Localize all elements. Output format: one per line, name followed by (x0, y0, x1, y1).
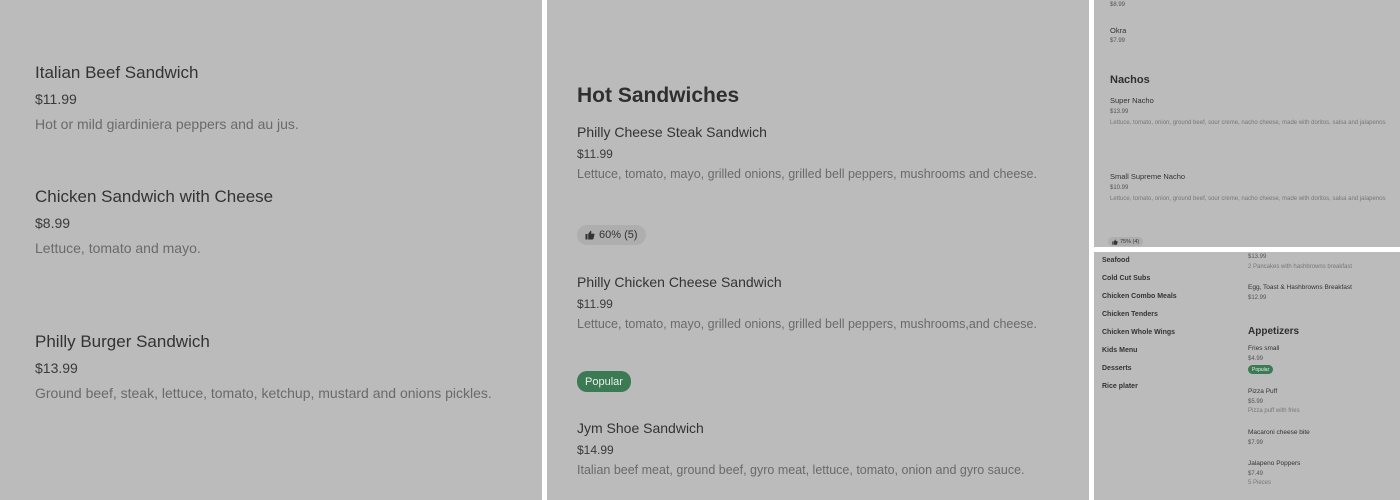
menu-panel-appetizers: Seafood Cold Cut Subs Chicken Combo Meal… (1094, 252, 1400, 500)
sidebar-item-kids-menu[interactable]: Kids Menu (1102, 347, 1137, 354)
item-description: 5 Pieces (1248, 480, 1272, 486)
section-title: Appetizers (1248, 326, 1300, 337)
item-name: Philly Chicken Cheese Sandwich (577, 274, 782, 290)
menu-panel-hot-sandwiches: Hot Sandwiches Philly Cheese Steak Sandw… (547, 0, 1089, 500)
sidebar-item-rice-plater[interactable]: Rice plater (1102, 383, 1138, 390)
item-price: $12.99 (1248, 295, 1267, 301)
sidebar-item-chicken-combo-meals[interactable]: Chicken Combo Meals (1102, 293, 1177, 300)
item-price: $7.49 (1248, 471, 1264, 477)
item-name: Pizza Puff (1248, 388, 1278, 395)
item-name: Jym Shoe Sandwich (577, 420, 704, 436)
rating-badge: 60% (5) (577, 225, 646, 245)
item-name: Egg, Toast & Hashbrowns Breakfast (1248, 284, 1352, 291)
item-name: Philly Cheese Steak Sandwich (577, 124, 767, 140)
item-name: Chicken Sandwich with Cheese (35, 187, 274, 206)
item-name: Fries small (1248, 345, 1280, 352)
item-name: Small Supreme Nacho (1110, 172, 1186, 181)
item-price: $13.99 (1248, 254, 1267, 260)
item-price: $4.99 (1248, 356, 1264, 362)
item-price: $5.99 (1248, 399, 1264, 405)
thumbs-up-icon (585, 230, 595, 240)
item-price: $13.99 (35, 360, 78, 376)
item-price: $13.99 (1110, 109, 1129, 115)
item-description: Ground beef, steak, lettuce, tomato, ket… (35, 385, 492, 401)
sidebar-item-seafood[interactable]: Seafood (1102, 257, 1130, 264)
item-description: 2 Pancakes with hashbrowns breakfast (1248, 264, 1353, 270)
item-description: Hot or mild giardiniera peppers and au j… (35, 116, 299, 132)
item-description: Lettuce, tomato, onion, ground beef, sou… (1110, 196, 1386, 202)
item-price: $7.99 (1248, 440, 1264, 446)
item-name: Okra (1110, 26, 1127, 35)
item-description: Lettuce, tomato and mayo. (35, 240, 201, 256)
item-description: Lettuce, tomato, mayo, grilled onions, g… (577, 317, 1037, 331)
rating-badge: 75% (4) (1108, 237, 1144, 246)
sidebar-item-chicken-whole-wings[interactable]: Chicken Whole Wings (1102, 329, 1175, 336)
sidebar-item-chicken-tenders[interactable]: Chicken Tenders (1102, 311, 1158, 318)
item-price: $11.99 (577, 297, 613, 311)
item-price: $11.99 (35, 91, 77, 107)
item-name: Italian Beef Sandwich (35, 63, 199, 82)
item-price: $8.99 (1110, 2, 1126, 8)
section-title: Hot Sandwiches (577, 84, 740, 107)
popular-badge: Popular (1248, 365, 1274, 374)
section-title: Nachos (1110, 74, 1150, 86)
popular-badge: Popular (577, 371, 631, 392)
item-price: $8.99 (35, 215, 71, 231)
item-description: Pizza puff with fries (1248, 408, 1300, 414)
item-price: $11.99 (577, 147, 613, 161)
item-description: Italian beef meat, ground beef, gyro mea… (577, 463, 1025, 477)
item-name: Macaroni cheese bite (1248, 429, 1310, 436)
item-price: $14.99 (577, 443, 614, 457)
item-description: Lettuce, tomato, mayo, grilled onions, g… (577, 167, 1037, 181)
item-description: Lettuce, tomato, onion, ground beef, sou… (1110, 120, 1386, 126)
item-name: Jalapeno Poppers (1248, 460, 1301, 467)
item-name: Super Nacho (1110, 96, 1154, 105)
menu-panel-nachos: $8.99 Okra $7.99 Nachos Super Nacho $13.… (1094, 0, 1400, 247)
item-price: $10.99 (1110, 185, 1129, 191)
rating-text: 75% (4) (1120, 238, 1140, 245)
rating-text: 60% (5) (599, 229, 638, 241)
item-price: $7.99 (1110, 38, 1126, 44)
item-name: Philly Burger Sandwich (35, 332, 210, 351)
menu-panel-left: Italian Beef Sandwich $11.99 Hot or mild… (0, 0, 542, 500)
sidebar-item-desserts[interactable]: Desserts (1102, 365, 1132, 372)
thumbs-up-icon (1112, 238, 1118, 245)
sidebar-item-cold-cut-subs[interactable]: Cold Cut Subs (1102, 275, 1150, 282)
